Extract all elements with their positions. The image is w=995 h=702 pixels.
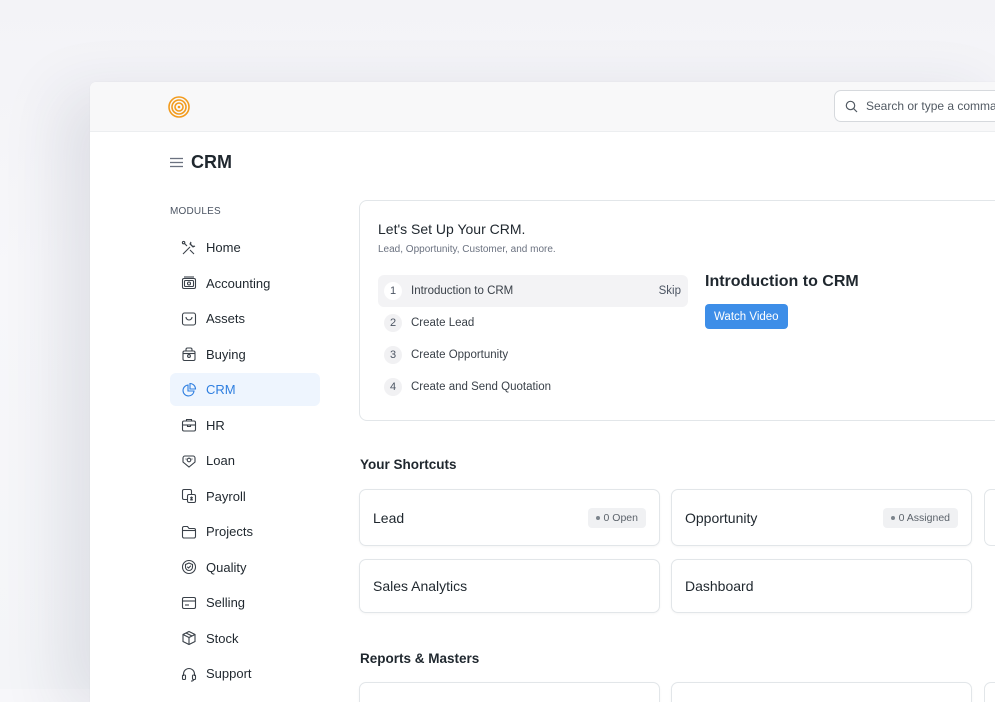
stock-icon [180,630,197,647]
sidebar-item-accounting[interactable]: Accounting [170,267,320,300]
shortcut-label: Opportunity [685,509,758,526]
selling-icon [180,594,197,611]
background: Search or type a comma CRM MODULES Home [0,0,995,702]
onboarding-step[interactable]: 4 Create and Send Quotation [378,371,688,403]
app-window: Search or type a comma CRM MODULES Home [90,82,995,702]
tools-icon [180,239,197,256]
support-icon [180,665,197,682]
onboarding-title: Let's Set Up Your CRM. [378,221,526,237]
search-icon [845,100,858,112]
sidebar-item-label: Support [206,666,252,681]
step-detail-title: Introduction to CRM [705,273,859,290]
sidebar-item-label: Assets [206,311,246,326]
sidebar-item-quality[interactable]: Quality [170,551,320,584]
sidebar-item-payroll[interactable]: Payroll [170,480,320,513]
frappe-logo-icon[interactable] [168,96,190,118]
search-input[interactable]: Search or type a comma [834,90,995,122]
shortcut-card-opportunity[interactable]: Opportunity 0 Assigned [671,489,972,546]
crm-icon [180,381,197,398]
sidebar-item-label: Buying [206,346,246,362]
onboarding-subtitle: Lead, Opportunity, Customer, and more. [378,244,556,255]
shortcut-card-partial[interactable] [984,489,995,546]
report-card-partial[interactable] [984,682,995,702]
step-label: Introduction to CRM [411,285,514,297]
watch-video-button[interactable]: Watch Video [705,304,788,329]
reports-title: Reports & Masters [360,651,480,666]
shortcut-card-dashboard[interactable]: Dashboard [671,559,972,613]
sidebar-item-label: CRM [206,382,236,397]
page-header: CRM [170,152,232,173]
step-number: 1 [384,282,402,300]
sidebar-item-label: Selling [206,595,246,610]
step-label: Create Lead [411,317,475,329]
step-number: 2 [384,314,402,332]
sidebar-item-support[interactable]: Support [170,657,320,690]
shortcut-label: Sales Analytics [373,578,468,594]
status-badge: 0 Assigned [882,507,958,528]
status-badge: 0 Open [587,507,646,528]
sidebar-section-label: MODULES [170,206,221,217]
page-title: CRM [191,152,232,172]
assets-icon [180,310,197,327]
step-label: Create and Send Quotation [411,381,552,393]
shortcut-label: Dashboard [685,578,754,594]
sidebar-item-label: Loan [206,453,235,468]
navbar: Search or type a comma [90,82,995,132]
sidebar-item-crm[interactable]: CRM [170,373,320,406]
onboarding-step[interactable]: 2 Create Lead [378,307,688,339]
sidebar-item-hr[interactable]: HR [170,409,320,442]
step-number: 4 [384,378,402,396]
badge-text: 0 Open [603,511,638,524]
dot-icon [890,515,895,520]
badge-text: 0 Assigned [898,511,950,524]
search-placeholder: Search or type a comma [866,99,995,113]
projects-icon [180,523,197,540]
buying-icon [180,346,197,363]
sidebar-item-stock[interactable]: Stock [170,622,320,655]
sidebar-item-selling[interactable]: Selling [170,586,320,619]
loan-icon [180,452,197,469]
onboarding-step[interactable]: 1 Introduction to CRM Skip [378,275,688,307]
shortcut-card-lead[interactable]: Lead 0 Open [359,489,660,546]
report-card[interactable] [671,682,972,702]
sidebar-item-buying[interactable]: Buying [170,338,320,371]
dot-icon [595,515,600,520]
shortcuts-title: Your Shortcuts [360,457,457,472]
accounting-icon [180,275,197,292]
sidebar-item-assets[interactable]: Assets [170,302,320,335]
sidebar-item-label: Stock [206,630,239,646]
sidebar-item-label: Accounting [206,275,271,291]
sidebar-item-label: Quality [206,559,247,575]
sidebar-item-home[interactable]: Home [170,231,320,264]
shortcut-label: Lead [373,509,405,526]
sidebar-item-projects[interactable]: Projects [170,515,320,548]
onboarding-step[interactable]: 3 Create Opportunity [378,339,688,371]
sidebar-item-label: HR [206,417,225,433]
sidebar-item-label: Home [206,240,241,255]
payroll-icon [180,488,197,505]
report-card[interactable] [359,682,660,702]
onboarding-widget: Let's Set Up Your CRM. Lead, Opportunity… [359,200,995,421]
hr-icon [180,417,197,434]
quality-icon [180,559,197,576]
shortcut-card-sales-analytics[interactable]: Sales Analytics [359,559,660,613]
skip-button[interactable]: Skip [659,285,681,297]
menu-icon[interactable] [170,157,183,168]
sidebar: Home Accounting Assets Buying CRM HR Loa… [170,231,320,693]
onboarding-steps: 1 Introduction to CRM Skip 2 Create Lead… [378,275,688,403]
step-label: Create Opportunity [411,349,509,361]
step-number: 3 [384,346,402,364]
sidebar-item-label: Projects [206,524,253,539]
sidebar-item-loan[interactable]: Loan [170,444,320,477]
sidebar-item-label: Payroll [206,488,246,504]
